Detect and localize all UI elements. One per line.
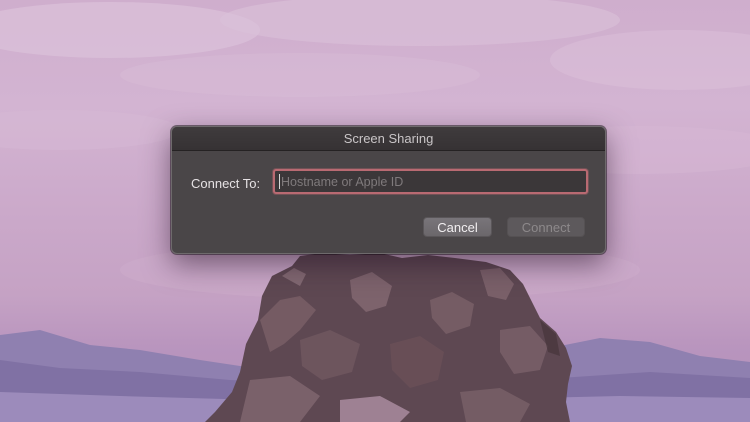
- dialog-titlebar: Screen Sharing: [172, 127, 605, 151]
- screen-sharing-dialog: Screen Sharing Connect To: Cancel Connec…: [171, 126, 606, 254]
- dialog-content: Connect To: Cancel Connect: [172, 151, 605, 253]
- hostname-input[interactable]: [273, 169, 588, 194]
- desktop-background: Screen Sharing Connect To: Cancel Connec…: [0, 0, 750, 422]
- dialog-title: Screen Sharing: [343, 131, 434, 146]
- text-caret: [279, 174, 280, 189]
- cancel-button[interactable]: Cancel: [423, 217, 492, 237]
- connect-to-label: Connect To:: [191, 176, 261, 191]
- connect-button[interactable]: Connect: [507, 217, 585, 237]
